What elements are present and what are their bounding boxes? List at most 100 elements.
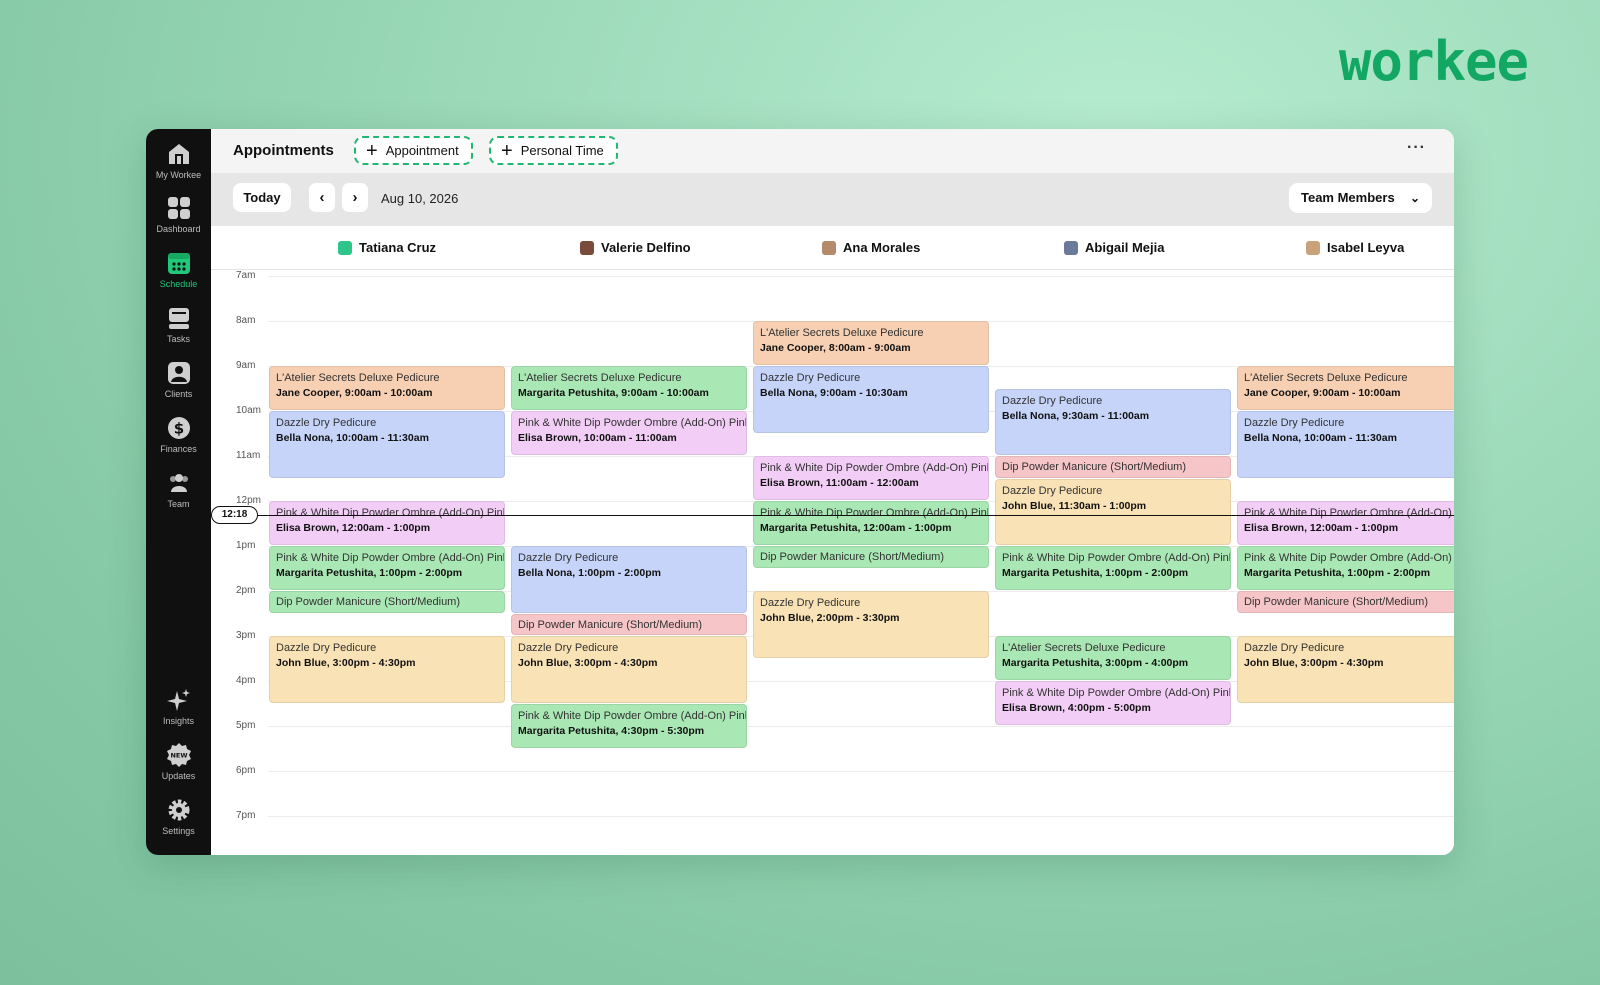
appointment-client-time: Margarita Petushita, 4:30pm - 5:30pm — [518, 724, 705, 737]
appointment-client-time: Margarita Petushita, 1:00pm - 2:00pm — [1002, 567, 1189, 579]
appointment-card[interactable]: L'Atelier Secrets Deluxe Pedicure Jane Co… — [1237, 366, 1454, 410]
sidebar-item-schedule[interactable]: Schedule — [146, 250, 211, 302]
sidebar-item-clients[interactable]: Clients — [146, 360, 211, 412]
appointment-card[interactable]: L'Atelier Secrets Deluxe Pedicure Jane Co… — [753, 321, 989, 365]
appointment-service: Dazzle Dry Pedicure — [276, 642, 377, 654]
appointment-card[interactable]: Dazzle Dry Pedicure Bella Nona, 10:00am -… — [269, 411, 505, 478]
appointment-card[interactable]: Dip Powder Manicure (Short/Medium) — [511, 613, 747, 635]
current-time-line — [211, 514, 1454, 516]
add-personal-time-label: Personal Time — [520, 143, 604, 158]
more-options-icon[interactable]: ··· — [1407, 139, 1426, 157]
appointment-service: Dip Powder Manicure (Short/Medium) — [518, 618, 703, 631]
appointment-service: Dip Powder Manicure (Short/Medium) — [760, 551, 945, 563]
appointment-card[interactable]: Dazzle Dry Pedicure John Blue, 3:00pm - 4… — [1237, 636, 1454, 703]
appointment-card[interactable]: Pink & White Dip Powder Ombre (Add-On) P… — [1237, 546, 1454, 590]
hour-label: 9am — [236, 360, 256, 371]
appointment-card[interactable]: Dip Powder Manicure (Short/Medium) — [753, 546, 989, 568]
hour-label: 7am — [236, 271, 256, 281]
appointment-card[interactable]: Dazzle Dry Pedicure Bella Nona, 1:00pm - … — [511, 546, 747, 613]
next-day-button[interactable]: › — [342, 183, 368, 212]
appointment-service: Pink & White Dip Powder Ombre (Add-On) P… — [1002, 687, 1230, 699]
appointment-card[interactable]: L'Atelier Secrets Deluxe Pedicure Jane Co… — [269, 366, 505, 410]
appointment-client-time: Jane Cooper, 8:00am - 9:00am — [760, 342, 911, 354]
svg-text:$: $ — [173, 420, 183, 438]
sidebar-item-label: Schedule — [159, 279, 198, 289]
main-panel: Appointments + Appointment + Personal Ti… — [211, 129, 1454, 855]
app-window: My Workee Dashboard Schedule Tasks Clien… — [146, 129, 1454, 855]
sidebar-item-insights[interactable]: Insights — [146, 687, 211, 739]
appointment-service: L'Atelier Secrets Deluxe Pedicure — [760, 327, 924, 339]
appointment-card[interactable]: L'Atelier Secrets Deluxe Pedicure Margari… — [995, 636, 1231, 680]
add-personal-time-button[interactable]: + Personal Time — [489, 136, 618, 165]
appointment-card[interactable]: Pink & White Dip Powder Ombre (Add-On) P… — [269, 546, 505, 590]
hour-gridline — [268, 816, 1454, 817]
appointment-client-time: John Blue, 2:00pm - 3:30pm — [760, 612, 900, 624]
sidebar-item-settings[interactable]: Settings — [146, 797, 211, 849]
appointment-service: Dazzle Dry Pedicure — [1244, 417, 1345, 429]
today-button[interactable]: Today — [233, 183, 291, 212]
sidebar-item-updates[interactable]: NEW Updates — [146, 742, 211, 794]
prev-day-button[interactable]: ‹ — [309, 183, 335, 212]
appointment-card[interactable]: Dazzle Dry Pedicure John Blue, 2:00pm - 3… — [753, 591, 989, 658]
appointment-service: Dazzle Dry Pedicure — [518, 642, 619, 654]
team-member-header: Tatiana Cruz — [338, 240, 436, 255]
avatar — [822, 240, 836, 255]
appointment-service: Dip Powder Manicure (Short/Medium) — [276, 596, 461, 608]
team-member-header: Isabel Leyva — [1306, 240, 1404, 255]
appointment-client-time: Elisa Brown, 12:00am - 1:00pm — [276, 522, 431, 534]
team-members-dropdown[interactable]: Team Members ⌄ — [1289, 183, 1432, 213]
sidebar-item-team[interactable]: Team — [146, 470, 211, 522]
appointment-service: Dazzle Dry Pedicure — [276, 417, 377, 429]
appointment-card[interactable]: Dazzle Dry Pedicure John Blue, 11:30am - … — [995, 478, 1231, 545]
appointment-card[interactable]: Pink & White Dip Powder Ombre (Add-On) P… — [753, 501, 989, 545]
calendar-grid: 6am7am8am9am10am11am12pm1pm2pm3pm4pm5pm6… — [211, 271, 1454, 855]
appointment-service: Pink & White Dip Powder Ombre (Add-On) P… — [1244, 552, 1454, 564]
add-appointment-label: Appointment — [385, 143, 459, 158]
appointment-card[interactable]: Dazzle Dry Pedicure John Blue, 3:00pm - 4… — [269, 636, 505, 703]
appointment-client-time: Jane Cooper, 9:00am - 10:00am — [1244, 387, 1401, 399]
appointment-client-time: Margarita Petushita, 3:00pm - 4:00pm — [1002, 657, 1189, 669]
appointment-service: L'Atelier Secrets Deluxe Pedicure — [518, 372, 682, 384]
sidebar-item-finances[interactable]: $ Finances — [146, 415, 211, 467]
team-member-name: Tatiana Cruz — [359, 240, 437, 255]
gear-icon — [168, 799, 189, 821]
appointment-card[interactable]: Pink & White Dip Powder Ombre (Add-On) P… — [269, 501, 505, 545]
appointment-card[interactable]: Dip Powder Manicure (Short/Medium) — [995, 456, 1231, 478]
appointment-card[interactable]: Dip Powder Manicure (Short/Medium) — [1237, 591, 1454, 613]
appointment-card[interactable]: Pink & White Dip Powder Ombre (Add-On) P… — [995, 546, 1231, 590]
appointment-service: Dazzle Dry Pedicure — [1002, 394, 1103, 407]
sidebar-item-dashboard[interactable]: Dashboard — [146, 195, 211, 247]
appointment-card[interactable]: Dazzle Dry Pedicure Bella Nona, 9:00am - … — [753, 366, 989, 433]
calendar-header: Tatiana Cruz Valerie Delfino Ana Morales Ab… — [211, 226, 1454, 270]
appointment-card[interactable]: Dazzle Dry Pedicure John Blue, 3:00pm - 4… — [511, 636, 747, 703]
team-member-name: Isabel Leyva — [1327, 240, 1405, 255]
hour-label: 2pm — [236, 585, 256, 596]
appointment-card[interactable]: Pink & White Dip Powder Ombre (Add-On) P… — [511, 703, 747, 748]
hour-label: 3pm — [236, 630, 256, 641]
appointment-card[interactable]: Pink & White Dip Powder Ombre (Add-On) P… — [995, 681, 1231, 725]
appointment-card[interactable]: L'Atelier Secrets Deluxe Pedicure Margari… — [511, 366, 747, 410]
workee-logo: workee — [1338, 30, 1529, 93]
team-member-name: Abigail Mejia — [1085, 240, 1165, 255]
appointment-card[interactable]: Pink & White Dip Powder Ombre (Add-On) P… — [753, 456, 989, 500]
appointment-client-time: John Blue, 3:00pm - 4:30pm — [1244, 657, 1384, 669]
appointment-card[interactable]: Dazzle Dry Pedicure Bella Nona, 9:30am - … — [995, 388, 1231, 455]
person-icon — [167, 362, 190, 384]
current-time-badge: 12:18 — [211, 505, 258, 524]
appointment-card[interactable]: Pink & White Dip Powder Ombre (Add-On) P… — [1237, 501, 1454, 545]
sidebar-item-label: Dashboard — [156, 224, 201, 234]
sidebar: My Workee Dashboard Schedule Tasks Clien… — [146, 129, 211, 855]
appointment-service: Pink & White Dip Powder Ombre (Add-On) P… — [1002, 552, 1230, 564]
appointment-service: Pink & White Dip Powder Ombre (Add-On) P… — [276, 507, 504, 519]
hour-label: 8am — [236, 315, 256, 326]
appointment-card[interactable]: Pink & White Dip Powder Ombre (Add-On) P… — [511, 411, 747, 455]
appointment-client-time: Elisa Brown, 4:00pm - 5:00pm — [1002, 702, 1151, 714]
new-badge-icon: NEW — [166, 743, 191, 767]
appointment-card[interactable]: Dazzle Dry Pedicure Bella Nona, 10:00am -… — [1237, 411, 1454, 478]
add-appointment-button[interactable]: + Appointment — [354, 136, 473, 165]
sidebar-item-my-workee[interactable]: My Workee — [146, 141, 211, 193]
calendar-icon — [167, 253, 190, 274]
sidebar-item-tasks[interactable]: Tasks — [146, 305, 211, 357]
sparkle-icon — [166, 689, 190, 711]
appointment-card[interactable]: Dip Powder Manicure (Short/Medium) — [269, 591, 505, 613]
